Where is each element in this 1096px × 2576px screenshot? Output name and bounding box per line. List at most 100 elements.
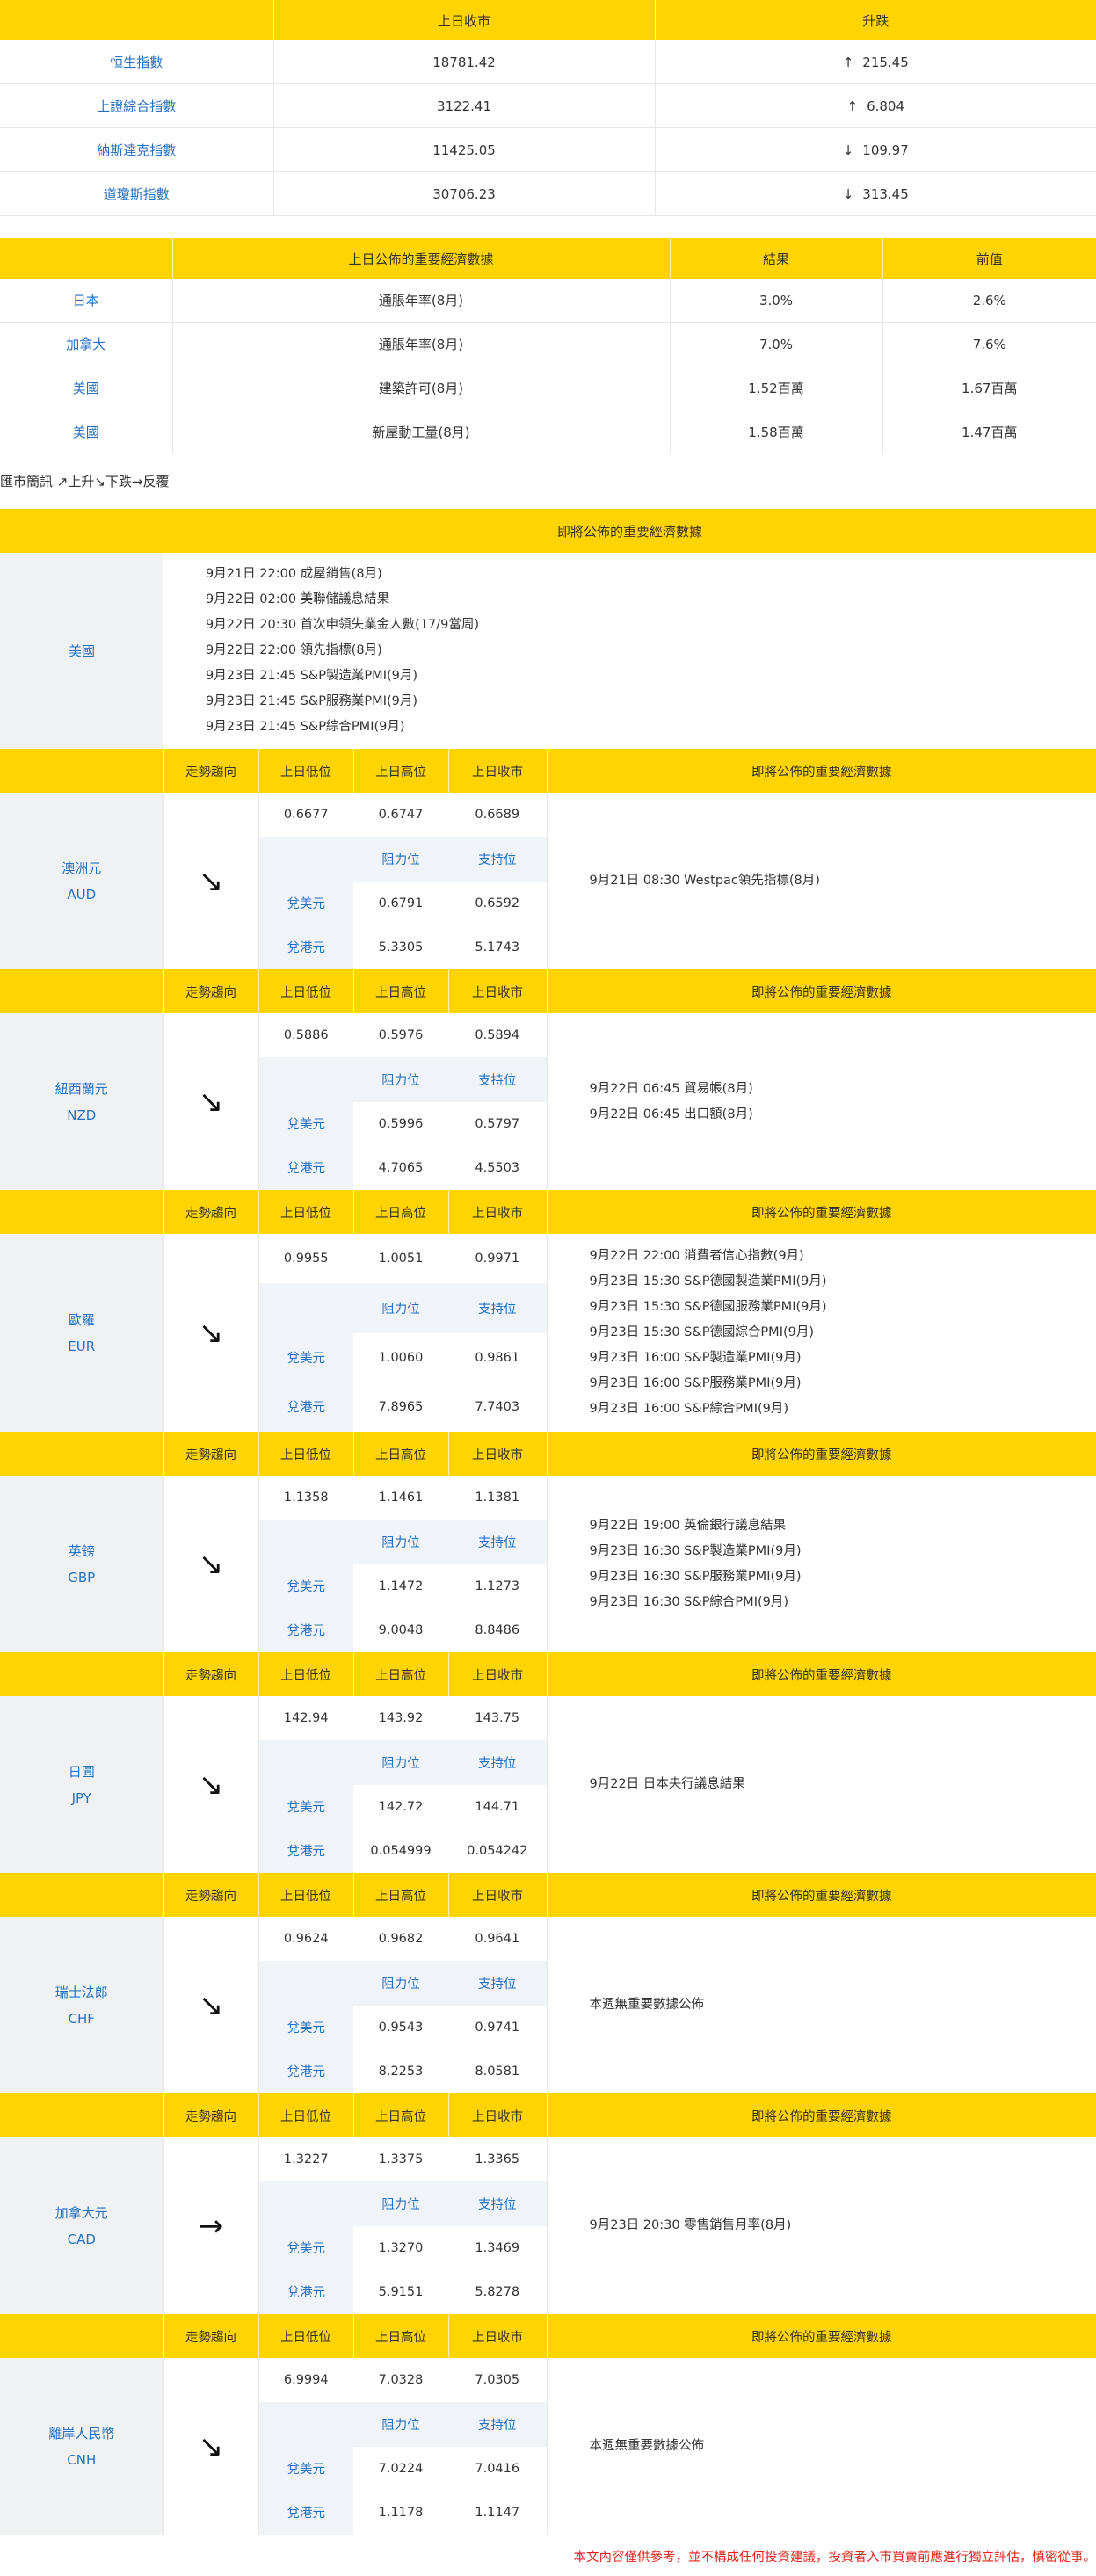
currency-header-row: 走勢趨向 上日低位 上日高位 上日收市 即將公佈的重要經濟數據	[0, 1190, 1096, 1234]
support-label: 支持位	[448, 837, 548, 882]
levels-blank	[258, 2402, 353, 2447]
vs-usd-label: 兌美元	[258, 2446, 353, 2491]
hkd-resistance: 8.2253	[378, 2064, 424, 2079]
currency-header-blank	[0, 2093, 164, 2137]
hkd-support: 4.5503	[448, 1145, 548, 1190]
hkd-resistance: 7.8965	[378, 1399, 424, 1414]
hkd-resistance: 1.1178	[378, 2505, 424, 2520]
currency-header-blank	[0, 1432, 164, 1476]
index-name: 上證綜合指數	[0, 83, 274, 128]
index-header-row: 上日收市 升跌	[0, 0, 1096, 40]
vs-hkd-label: 兌港元	[258, 1145, 353, 1190]
currency-events-cell: 9月22日 日本央行議息結果	[547, 1696, 1096, 1873]
resistance-label: 阻力位	[353, 1961, 448, 2006]
currency-header-blank	[0, 1190, 164, 1234]
economic-header-result: 結果	[670, 238, 883, 279]
currency-header-low: 上日低位	[258, 1432, 354, 1476]
trend-legend: 匯市簡訊 ↗上升↘下跌→反覆	[0, 474, 170, 490]
currency-name-zh: 加拿大元	[54, 2204, 108, 2221]
currency-blocks: 走勢趨向 上日低位 上日高位 上日收市 即將公佈的重要經濟數據 澳洲元 AUD ↘ 0.6677…	[0, 749, 1096, 2535]
economic-row: 美國 建築許可(8月) 1.52百萬 1.67百萬	[0, 366, 1096, 410]
hkd-resistance: 0.054999	[370, 1843, 432, 1858]
support-label: 支持位	[448, 1283, 548, 1333]
currency-code: EUR	[68, 1338, 96, 1354]
usd-resistance: 7.0224	[378, 2461, 424, 2476]
currency-code: NZD	[67, 1107, 97, 1123]
prev-high: 0.9682	[378, 1932, 424, 1947]
currency-event-item: 9月22日 22:00 消費者信心指數(9月)	[589, 1249, 804, 1263]
levels-blank	[258, 1057, 353, 1102]
economic-result: 7.0%	[670, 322, 883, 366]
currency-event-item: 本週無重要數據公佈	[589, 1998, 705, 2012]
currency-name-cell: 歐羅 EUR	[0, 1234, 164, 1432]
usd-support: 0.9861	[448, 1332, 548, 1382]
us-event-item: 9月23日 21:45 S&P製造業PMI(9月)	[206, 669, 418, 683]
currency-header-close: 上日收市	[448, 749, 548, 793]
currency-table: 走勢趨向 上日低位 上日高位 上日收市 即將公佈的重要經濟數據 加拿大元 CAD → 1.322…	[0, 2093, 1096, 2314]
currency-code: CAD	[67, 2231, 96, 2247]
currency-header-events: 即將公佈的重要經濟數據	[547, 2093, 1096, 2137]
us-event-item: 9月23日 21:45 S&P綜合PMI(9月)	[206, 720, 405, 734]
currency-row-prices: 瑞士法郎 CHF ↘ 0.9624 0.9682 0.9641 本週無重要數據公佈	[0, 1917, 1096, 2093]
economic-previous: 7.6%	[882, 322, 1096, 366]
economic-item: 通脹年率(8月)	[172, 322, 671, 366]
currency-header-close: 上日收市	[448, 1873, 548, 1917]
currency-header-high: 上日高位	[353, 1190, 449, 1234]
economic-row: 美國 新屋動工量(8月) 1.58百萬 1.47百萬	[0, 410, 1096, 454]
prev-close: 7.0305	[448, 2358, 548, 2403]
currency-events-cell: 9月22日 19:00 英倫銀行議息結果 9月23日 16:30 S&P製造業PM…	[547, 1476, 1096, 1652]
vs-usd-label: 兌美元	[258, 1332, 353, 1382]
economic-result: 1.58百萬	[670, 410, 883, 454]
currency-header-blank	[0, 1873, 164, 1917]
currency-event-item: 9月22日 06:45 貿易帳(8月)	[589, 1081, 753, 1096]
us-header-title: 即將公佈的重要經濟數據	[163, 509, 1096, 553]
currency-header-trend: 走勢趨向	[163, 2314, 259, 2358]
currency-name-zh: 澳洲元	[62, 860, 102, 876]
usd-support: 7.0416	[448, 2446, 548, 2491]
usd-support: 0.9741	[448, 2005, 548, 2050]
index-name: 道瓊斯指數	[0, 171, 274, 216]
vs-hkd-label: 兌港元	[258, 2490, 353, 2535]
currency-header-blank	[0, 969, 164, 1013]
support-label: 支持位	[448, 1740, 548, 1785]
vs-hkd-label: 兌港元	[258, 1828, 353, 1873]
index-close: 30706.23	[273, 171, 656, 216]
resistance-label: 阻力位	[353, 837, 448, 882]
index-change-cell: ↑ 215.45	[655, 40, 1096, 84]
hkd-resistance: 9.0048	[378, 1622, 424, 1637]
index-row: 上證綜合指數 3122.41 ↑ 6.804	[0, 83, 1096, 128]
us-event-item: 9月22日 20:30 首次申領失業金人數(17/9當周)	[206, 618, 480, 632]
currency-header-high: 上日高位	[353, 1652, 449, 1696]
currency-header-high: 上日高位	[353, 1432, 449, 1476]
prev-close: 0.6689	[448, 793, 548, 838]
economic-country: 美國	[0, 410, 173, 454]
currency-event-item: 9月23日 15:30 S&P德國綜合PMI(9月)	[589, 1325, 815, 1339]
currency-event-item: 9月23日 20:30 零售銷售月率(8月)	[589, 2218, 792, 2232]
hkd-resistance: 5.3305	[378, 940, 424, 954]
currency-event-item: 9月23日 15:30 S&P德國製造業PMI(9月)	[589, 1274, 827, 1288]
currency-row-prices: 加拿大元 CAD → 1.3227 1.3375 1.3365 9月23日 20:30 零售…	[0, 2137, 1096, 2314]
currency-header-trend: 走勢趨向	[163, 1873, 259, 1917]
currency-code: AUD	[67, 886, 97, 903]
index-rows: 恒生指數 18781.42 ↑ 215.45 上證綜合指數 3122.41 ↑ 6.804 納斯…	[0, 40, 1096, 216]
vs-hkd-label: 兌港元	[258, 2049, 353, 2093]
trend-arrow-icon: ↘	[163, 793, 259, 969]
index-header-close: 上日收市	[273, 0, 656, 40]
currency-events-cell: 本週無重要數據公佈	[547, 1917, 1096, 2093]
economic-header-blank	[0, 238, 173, 279]
usd-resistance: 0.5996	[378, 1116, 424, 1131]
index-change: 109.97	[862, 141, 909, 158]
prev-close: 0.5894	[448, 1013, 548, 1058]
currency-row-prices: 澳洲元 AUD ↘ 0.6677 0.6747 0.6689 9月21日 08:30 Wes…	[0, 793, 1096, 969]
index-change: 215.45	[862, 54, 909, 70]
prev-low: 0.9955	[283, 1252, 329, 1266]
currency-header-trend: 走勢趨向	[163, 1652, 259, 1696]
currency-table: 走勢趨向 上日低位 上日高位 上日收市 即將公佈的重要經濟數據 歐羅 EUR ↘ 0.9955 1…	[0, 1190, 1096, 1432]
economic-header-previous: 前值	[882, 238, 1096, 279]
currency-header-events: 即將公佈的重要經濟數據	[547, 749, 1096, 793]
currency-code: CHF	[68, 2010, 95, 2027]
currency-header-row: 走勢趨向 上日低位 上日高位 上日收市 即將公佈的重要經濟數據	[0, 749, 1096, 793]
prev-low: 0.9624	[283, 1932, 329, 1947]
levels-blank	[258, 1520, 353, 1564]
currency-header-blank	[0, 749, 164, 793]
